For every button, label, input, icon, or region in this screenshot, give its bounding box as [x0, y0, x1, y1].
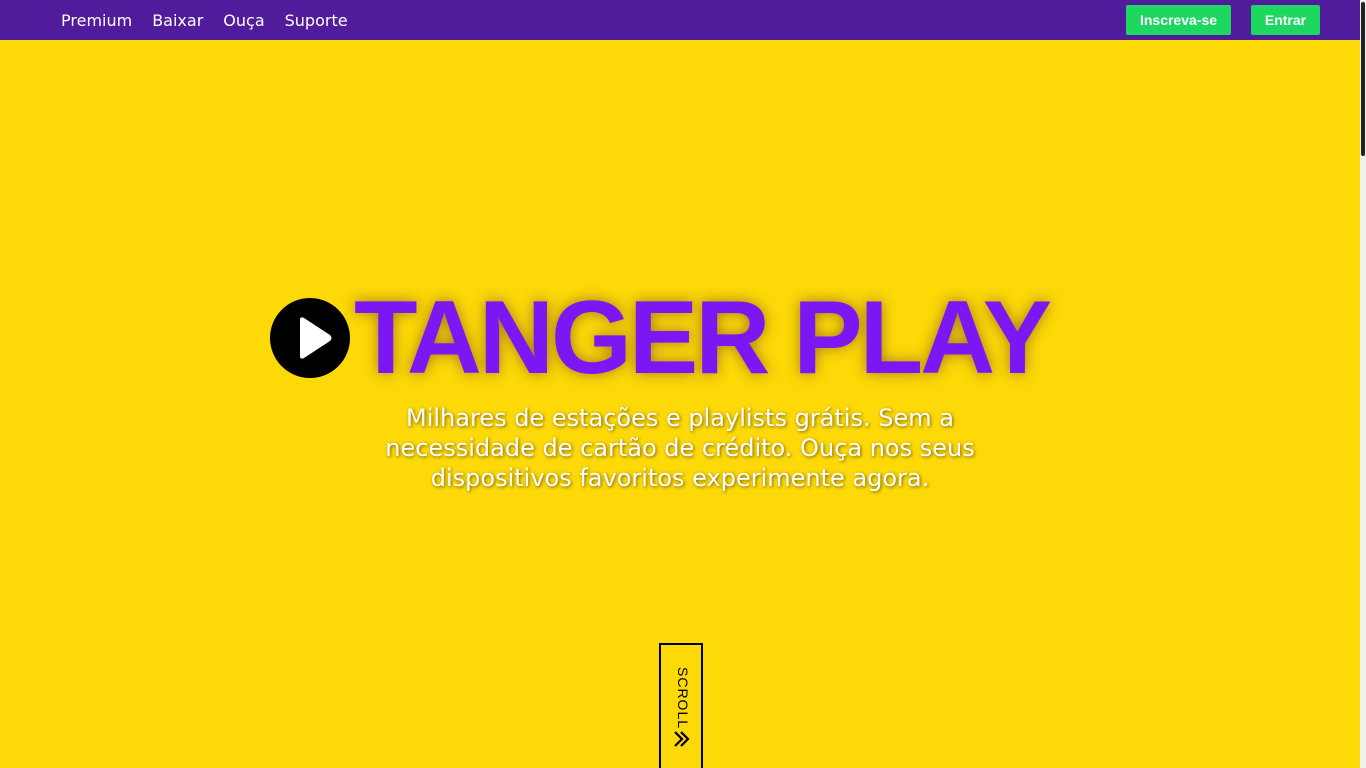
double-chevron-down-icon: [673, 730, 691, 752]
hero-brand: TANGER PLAY: [270, 280, 1052, 396]
scroll-label: SCROLL: [675, 667, 691, 730]
nav-link-baixar[interactable]: Baixar: [152, 11, 203, 30]
nav-link-ouca[interactable]: Ouça: [223, 11, 264, 30]
login-button[interactable]: Entrar: [1251, 5, 1320, 35]
nav-links: Premium Baixar Ouça Suporte: [61, 0, 368, 40]
nav-link-suporte[interactable]: Suporte: [285, 11, 348, 30]
scrollbar-thumb[interactable]: [1361, 2, 1365, 156]
landing-page: Premium Baixar Ouça Suporte Inscreva-se …: [0, 0, 1366, 768]
top-navbar: Premium Baixar Ouça Suporte Inscreva-se …: [0, 0, 1360, 40]
nav-link-premium[interactable]: Premium: [61, 11, 132, 30]
hero-subtitle: Milhares de estações e playlists grátis.…: [385, 404, 975, 492]
hero-title: TANGER PLAY: [354, 280, 1052, 396]
signup-button[interactable]: Inscreva-se: [1126, 5, 1231, 35]
play-icon: [270, 298, 350, 378]
scroll-indicator[interactable]: SCROLL: [659, 643, 703, 768]
